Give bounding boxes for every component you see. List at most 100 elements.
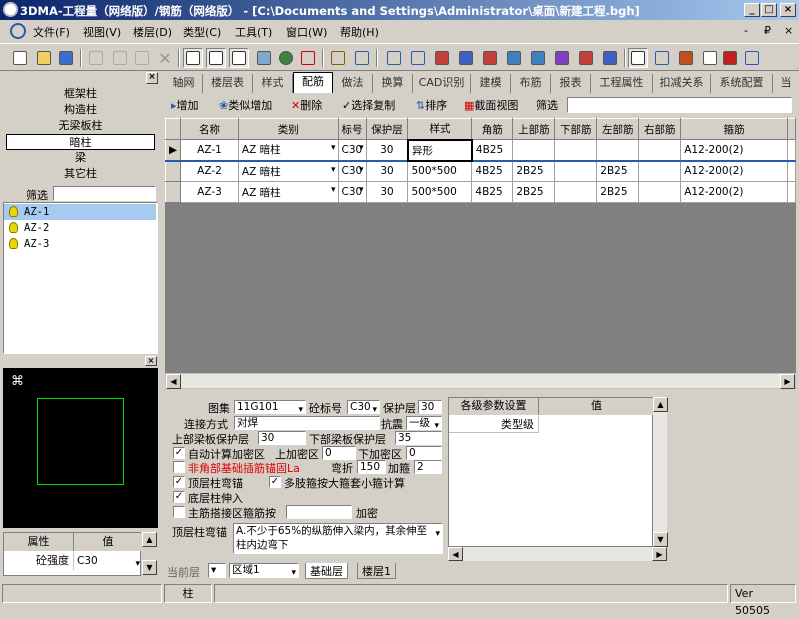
cell[interactable]: 2B25 — [512, 181, 556, 203]
foundation-icon[interactable] — [552, 48, 572, 68]
tab-more[interactable]: 当 — [773, 74, 799, 93]
tab-project-properties[interactable]: 工程属性 — [591, 74, 653, 93]
tab-rebar[interactable]: 配筋 — [293, 72, 333, 93]
cut-icon[interactable] — [86, 48, 106, 68]
binoculars-icon[interactable]: ⌘ — [11, 374, 24, 389]
category-hidden-column[interactable]: 暗柱 — [6, 134, 155, 150]
row-selector-icon[interactable]: ▶ — [164, 139, 182, 161]
property-scroll-up[interactable]: ▲ — [142, 532, 157, 547]
cell[interactable]: AZ-1 — [180, 139, 239, 161]
cell[interactable]: 500*500 — [407, 181, 473, 203]
menu-window[interactable]: 窗口(W) — [286, 24, 327, 40]
menu-file[interactable]: 文件(F) — [33, 24, 70, 40]
column-icon[interactable] — [432, 48, 452, 68]
cell[interactable] — [638, 181, 682, 203]
upper-cover-input[interactable]: 30 — [258, 431, 306, 445]
top-bend-dropdown[interactable]: A.不少于65%的纵筋伸入梁内，其余伸至柱内边弯下 — [233, 523, 443, 554]
cell[interactable]: 4B25 — [471, 139, 514, 161]
eraser-icon[interactable] — [700, 48, 720, 68]
mdi-app-icon[interactable] — [10, 23, 26, 39]
image-icon[interactable] — [254, 48, 274, 68]
delete-x-icon[interactable]: ✕ — [155, 48, 175, 68]
layers-icon[interactable] — [408, 48, 428, 68]
params-scrollbar[interactable]: ▲ ▼ — [653, 397, 668, 547]
params-scroll-left[interactable]: ◀ — [448, 547, 463, 561]
category-other-column[interactable]: 其它柱 — [3, 166, 158, 182]
add-button[interactable]: ▸增加 — [171, 97, 199, 113]
find-icon[interactable] — [352, 48, 372, 68]
col-header[interactable]: 右部筋 — [638, 118, 682, 140]
tree-item[interactable]: AZ-1 — [4, 204, 156, 220]
cover-input[interactable]: 30 — [418, 400, 442, 414]
pen-icon[interactable] — [742, 48, 762, 68]
tab-cad-recognize[interactable]: CAD识别 — [413, 74, 471, 93]
cell[interactable]: 30 — [365, 139, 409, 161]
cell[interactable]: 4B25 — [471, 181, 514, 203]
column-tool-icon[interactable] — [628, 48, 648, 68]
lower-cover-input[interactable]: 35 — [395, 431, 442, 445]
cell[interactable]: A12-200(2) — [680, 181, 788, 203]
cell[interactable]: 异形 — [406, 138, 473, 162]
opening-icon[interactable] — [600, 48, 620, 68]
floor-tab-floor1[interactable]: 楼层1 — [357, 563, 396, 579]
door-icon[interactable] — [720, 48, 740, 68]
cell[interactable]: AZ 暗柱 — [237, 160, 339, 182]
select-copy-button[interactable]: ✓选择复制 — [342, 97, 395, 113]
sort-button[interactable]: ⇅排序 — [416, 97, 447, 113]
paste-icon[interactable] — [132, 48, 152, 68]
cell[interactable]: AZ 暗柱 — [237, 139, 339, 161]
params-scroll-right[interactable]: ▶ — [652, 547, 667, 561]
category-beam[interactable]: 梁 — [3, 150, 158, 166]
tab-report[interactable]: 报表 — [551, 74, 591, 93]
cell[interactable] — [638, 139, 682, 161]
copy-icon[interactable] — [110, 48, 130, 68]
left-filter-input[interactable] — [53, 186, 156, 201]
col-header[interactable]: 箍筋 — [680, 118, 788, 140]
axis-grid-icon[interactable] — [384, 48, 404, 68]
cell[interactable]: C30 — [337, 160, 367, 182]
grid-red-icon[interactable] — [298, 48, 318, 68]
property-scroll-down[interactable]: ▼ — [142, 560, 157, 575]
cell[interactable]: C30 — [337, 139, 367, 161]
params-row-name[interactable]: 类型级 — [449, 416, 539, 433]
lower-dense-input[interactable]: 0 — [406, 446, 442, 460]
left-panel-close-button[interactable]: × — [146, 72, 158, 84]
grid-filter-input[interactable] — [567, 97, 792, 113]
tab-system-config[interactable]: 系统配置 — [711, 74, 773, 93]
table-view-icon[interactable] — [206, 48, 226, 68]
tab-modeling[interactable]: 建模 — [471, 74, 511, 93]
region-dropdown[interactable]: 区域1 — [229, 563, 299, 578]
category-structural-column[interactable]: 构造柱 — [3, 102, 158, 118]
similar-add-button[interactable]: ❀类似增加 — [219, 97, 272, 113]
mdi-restore-button[interactable]: ₽ — [764, 24, 771, 37]
col-header[interactable]: 样式 — [407, 118, 473, 140]
cell[interactable] — [638, 160, 682, 182]
cell[interactable] — [554, 139, 598, 161]
cell[interactable]: 30 — [365, 181, 409, 203]
top-anchor-checkbox[interactable]: ✓ — [173, 476, 185, 488]
category-beamless-column[interactable]: 无梁板柱 — [3, 118, 158, 134]
tab-floor-table[interactable]: 楼层表 — [203, 74, 253, 93]
col-header[interactable]: 上部筋 — [512, 118, 556, 140]
atlas-dropdown[interactable]: 11G101 — [234, 400, 306, 414]
maximize-button[interactable]: □ — [761, 3, 777, 17]
floor-dropdown-arrow[interactable]: ▾ — [208, 563, 226, 578]
cell[interactable]: 2B25 — [596, 160, 640, 182]
menu-tools[interactable]: 工具(T) — [235, 24, 272, 40]
brick-icon[interactable] — [676, 48, 696, 68]
menu-view[interactable]: 视图(V) — [83, 24, 121, 40]
lap-input[interactable] — [286, 505, 352, 519]
col-header[interactable]: 名称 — [180, 118, 239, 140]
col-header[interactable]: 下部筋 — [554, 118, 598, 140]
cell[interactable] — [596, 139, 640, 161]
minimize-button[interactable]: _ — [744, 3, 760, 17]
col-header[interactable]: 类别 — [237, 118, 339, 140]
menu-help[interactable]: 帮助(H) — [340, 24, 379, 40]
cell[interactable]: A12-200(2) — [680, 139, 788, 161]
cell[interactable]: 2B25 — [512, 160, 556, 182]
tab-axis[interactable]: 轴网 — [165, 74, 203, 93]
stair-icon[interactable] — [576, 48, 596, 68]
bottom-extend-checkbox[interactable]: ✓ — [173, 491, 185, 503]
property-value-dropdown[interactable]: C30 — [74, 552, 142, 573]
tab-deduction[interactable]: 扣减关系 — [653, 74, 711, 93]
